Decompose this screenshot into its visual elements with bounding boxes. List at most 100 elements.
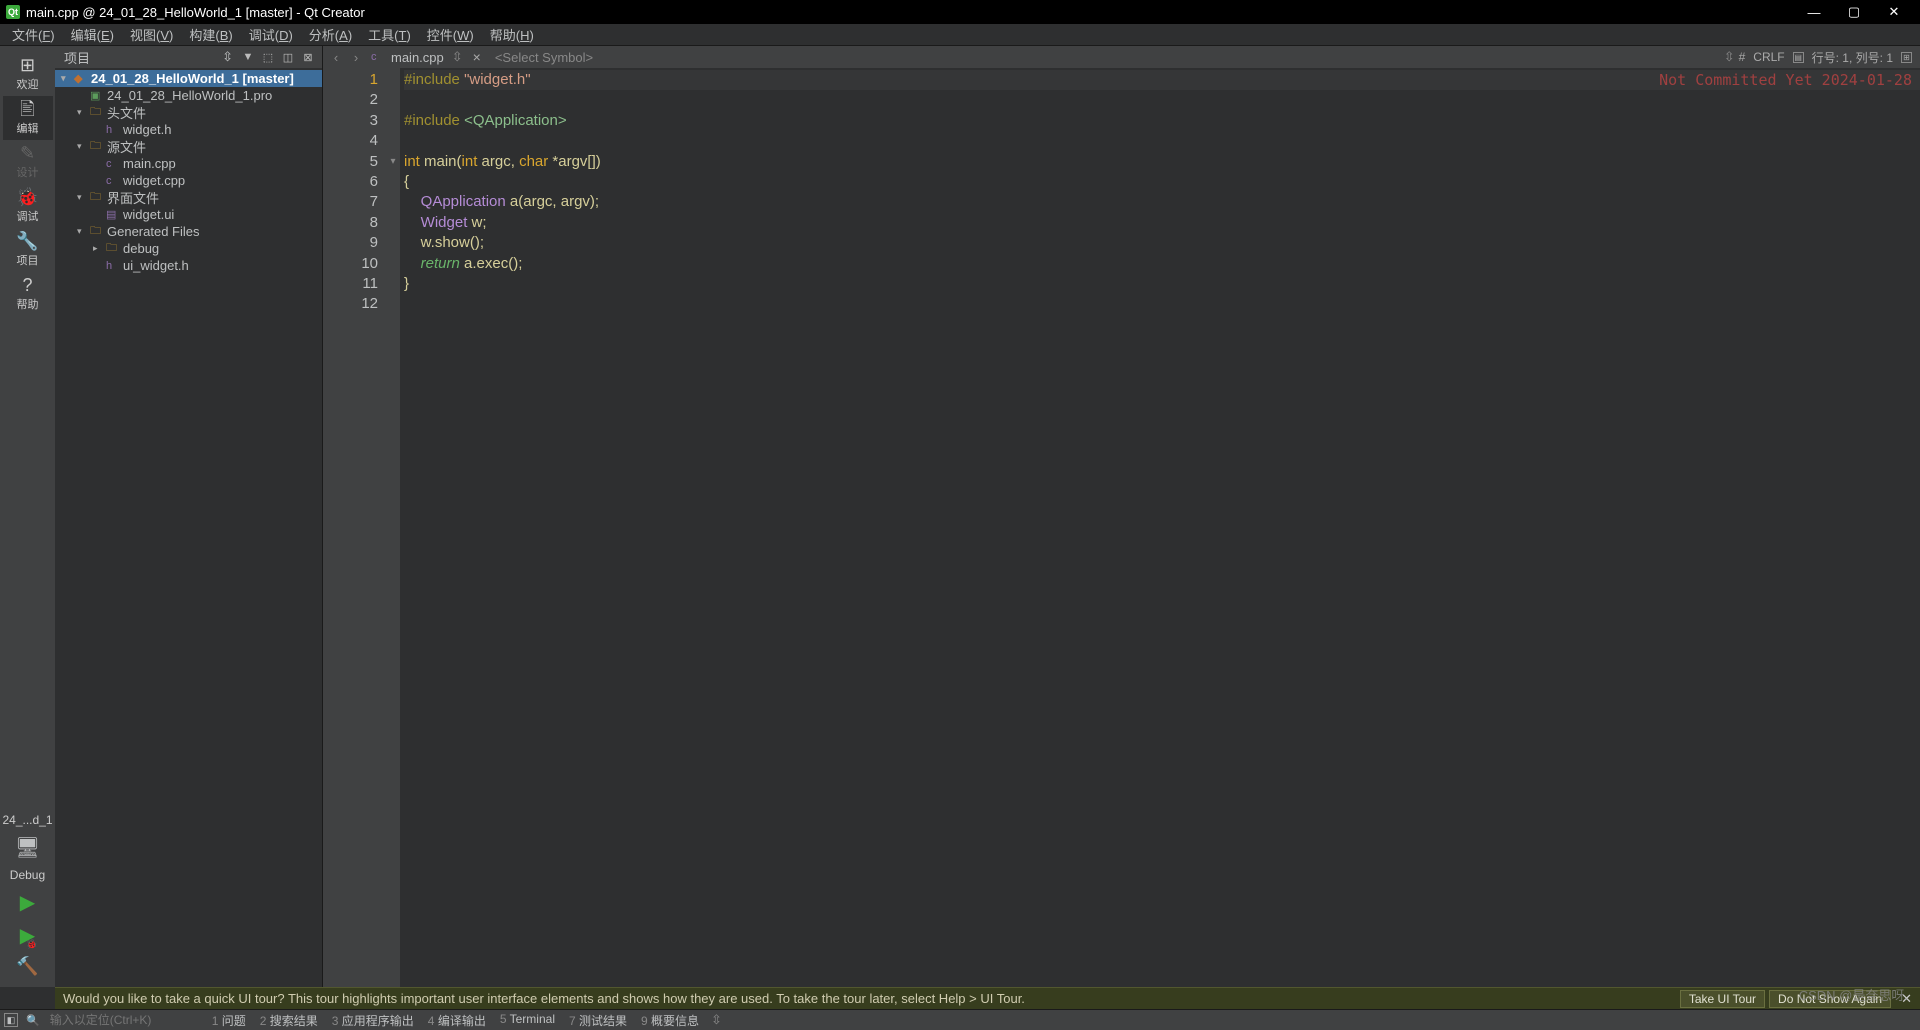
filter-icon[interactable]: ▼ [240, 49, 256, 65]
symbol-dropdown-icon[interactable]: ⇳ [1722, 49, 1737, 65]
tree-item[interactable]: ▾🗀头文件 [55, 104, 322, 121]
run-debug-button[interactable]: ▶🐞 [20, 923, 35, 948]
split-icon[interactable]: ◫ [280, 49, 296, 65]
code-line[interactable]: Widget w; [404, 213, 1920, 233]
fold-marker[interactable] [386, 294, 400, 314]
menu-v[interactable]: 视图(V) [122, 23, 181, 46]
output-pane-4[interactable]: 4 编译输出 [428, 1012, 486, 1029]
menu-b[interactable]: 构建(B) [181, 23, 240, 46]
menu-f[interactable]: 文件(F) [4, 23, 63, 46]
output-pane-2[interactable]: 2 搜索结果 [260, 1012, 318, 1029]
project-tree[interactable]: ▾◆24_01_28_HelloWorld_1 [master]▣24_01_2… [55, 68, 322, 987]
code-line[interactable] [404, 131, 1920, 151]
line-number[interactable]: 2 [323, 90, 378, 110]
run-button[interactable]: ▶ [20, 890, 35, 915]
open-file-name[interactable]: main.cpp [387, 50, 448, 65]
tree-item[interactable]: ▸🗀debug [55, 240, 322, 257]
mode-设计[interactable]: ✎设计 [3, 140, 53, 184]
fold-marker[interactable] [386, 192, 400, 212]
line-number[interactable]: 6 [323, 172, 378, 192]
fold-marker[interactable] [386, 131, 400, 151]
line-number[interactable]: 9 [323, 233, 378, 253]
fold-marker[interactable]: ▾ [386, 152, 400, 172]
fold-marker[interactable] [386, 172, 400, 192]
tree-arrow-icon[interactable]: ▾ [77, 107, 87, 118]
monitor-icon[interactable]: 🖥 [15, 835, 40, 860]
code-line[interactable]: #include <QApplication> [404, 111, 1920, 131]
build-mode[interactable]: Debug [10, 868, 45, 882]
cursor-position[interactable]: 行号: 1, 列号: 1 [1812, 49, 1893, 66]
line-number[interactable]: 11 [323, 274, 378, 294]
project-view-selector[interactable]: 项目⇳ [61, 48, 236, 67]
line-number-gutter[interactable]: 123456789101112 [323, 68, 386, 987]
line-number[interactable]: 3 [323, 111, 378, 131]
tree-item[interactable]: hwidget.h [55, 121, 322, 138]
close-button[interactable]: ✕ [1874, 0, 1914, 24]
code-line[interactable]: w.show(); [404, 233, 1920, 253]
tree-item[interactable]: ▾◆24_01_28_HelloWorld_1 [master] [55, 70, 322, 87]
take-tour-button[interactable]: Take UI Tour [1680, 990, 1765, 1008]
line-ending[interactable]: CRLF [1753, 50, 1784, 64]
file-dropdown-icon[interactable]: ⇳ [450, 49, 465, 65]
tree-item[interactable]: hui_widget.h [55, 257, 322, 274]
mode-调试[interactable]: 🐞调试 [3, 184, 53, 228]
symbol-selector[interactable]: <Select Symbol> [489, 50, 1720, 65]
nav-back-icon[interactable]: ‹ [327, 50, 345, 65]
tree-item[interactable]: ▾🗀源文件 [55, 138, 322, 155]
code-line[interactable] [404, 90, 1920, 110]
code-line[interactable]: } [404, 274, 1920, 294]
tree-item[interactable]: ▤widget.ui [55, 206, 322, 223]
split-editor-icon[interactable]: ⊞ [1901, 52, 1912, 63]
output-pane-7[interactable]: 7 测试结果 [569, 1012, 627, 1029]
close-file-icon[interactable]: × [467, 49, 487, 65]
menu-h[interactable]: 帮助(H) [482, 23, 542, 46]
code-line[interactable]: int main(int argc, char *argv[]) [404, 152, 1920, 172]
tree-arrow-icon[interactable]: ▾ [77, 141, 87, 152]
toggle-sidebar-icon[interactable]: ◧ [4, 1013, 18, 1027]
tree-item[interactable]: ▾🗀界面文件 [55, 189, 322, 206]
menu-t[interactable]: 工具(T) [360, 23, 419, 46]
output-dropdown-icon[interactable]: ⇳ [711, 1012, 722, 1028]
line-number[interactable]: 7 [323, 192, 378, 212]
build-button[interactable]: 🔨 [16, 956, 38, 977]
output-pane-3[interactable]: 3 应用程序输出 [332, 1012, 414, 1029]
line-number[interactable]: 4 [323, 131, 378, 151]
encoding-indicator[interactable]: # [1739, 50, 1746, 64]
fold-marker[interactable] [386, 274, 400, 294]
code-editor[interactable]: 123456789101112 ▾ Not Committed Yet 2024… [323, 68, 1920, 987]
mode-帮助[interactable]: ?帮助 [3, 272, 53, 316]
mode-项目[interactable]: 🔧项目 [3, 228, 53, 272]
tree-arrow-icon[interactable]: ▾ [77, 192, 87, 203]
line-number[interactable]: 12 [323, 294, 378, 314]
code-line[interactable]: return a.exec(); [404, 254, 1920, 274]
tree-arrow-icon[interactable]: ▸ [93, 243, 103, 254]
nav-forward-icon[interactable]: › [347, 50, 365, 65]
encoding-icon[interactable]: ▤ [1793, 52, 1804, 63]
fold-marker[interactable] [386, 70, 400, 90]
fold-marker[interactable] [386, 233, 400, 253]
build-target[interactable]: 24_...d_1 [2, 813, 52, 827]
locator-input[interactable] [46, 1013, 186, 1027]
line-number[interactable]: 8 [323, 213, 378, 233]
code-line[interactable] [404, 294, 1920, 314]
fold-marker[interactable] [386, 254, 400, 274]
tree-item[interactable]: cwidget.cpp [55, 172, 322, 189]
line-number[interactable]: 5 [323, 152, 378, 172]
fold-marker[interactable] [386, 90, 400, 110]
mode-编辑[interactable]: 🖹编辑 [3, 96, 53, 140]
menu-w[interactable]: 控件(W) [419, 23, 482, 46]
mode-欢迎[interactable]: ⊞欢迎 [3, 52, 53, 96]
fold-column[interactable]: ▾ [386, 68, 400, 987]
menu-e[interactable]: 编辑(E) [63, 23, 122, 46]
tree-arrow-icon[interactable]: ▾ [77, 226, 87, 237]
link-editor-icon[interactable]: ⬚ [260, 49, 276, 65]
code-line[interactable]: { [404, 172, 1920, 192]
output-pane-1[interactable]: 1 问题 [212, 1012, 246, 1029]
menu-a[interactable]: 分析(A) [301, 23, 360, 46]
output-pane-9[interactable]: 9 概要信息 [641, 1012, 699, 1029]
fold-marker[interactable] [386, 111, 400, 131]
close-panel-icon[interactable]: ⊠ [300, 49, 316, 65]
tree-arrow-icon[interactable]: ▾ [61, 73, 71, 84]
output-pane-5[interactable]: 5 Terminal [500, 1012, 555, 1029]
code-line[interactable]: QApplication a(argc, argv); [404, 192, 1920, 212]
